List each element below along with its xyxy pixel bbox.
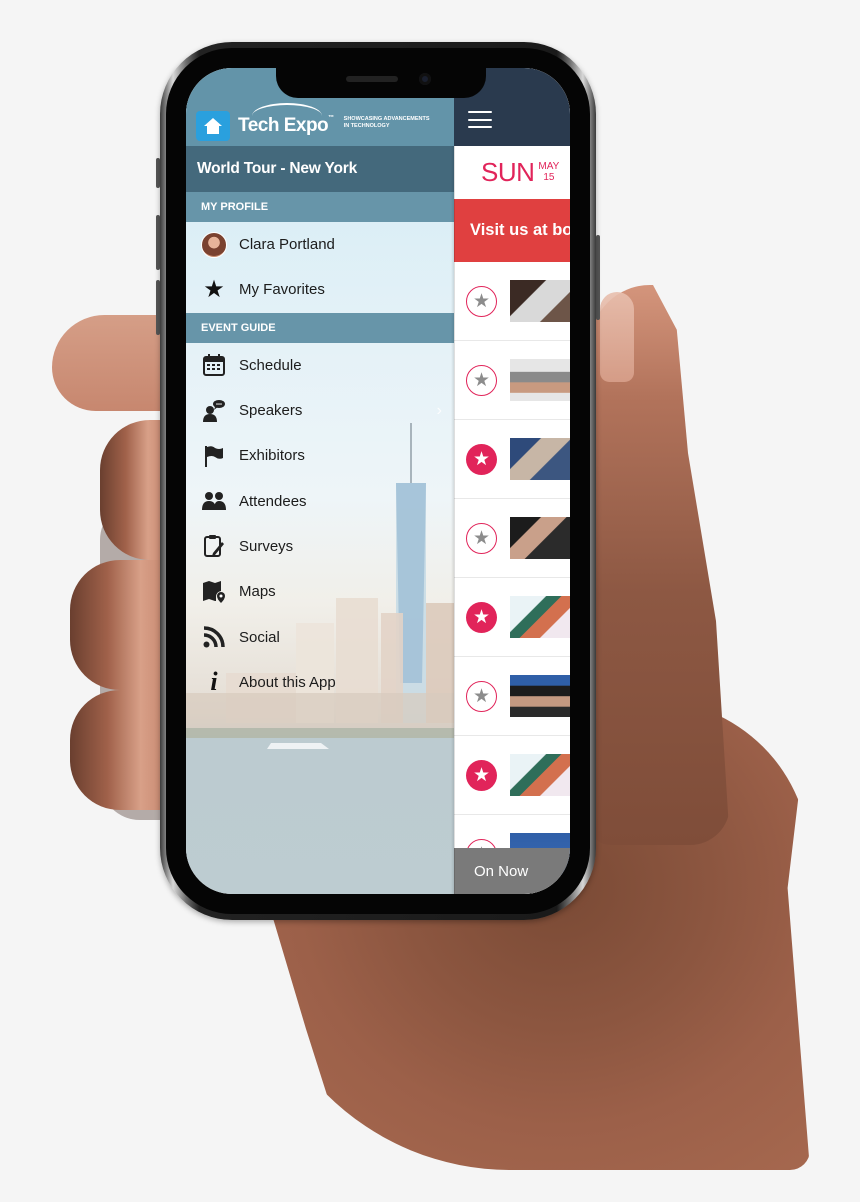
menu-label: Social	[239, 628, 280, 646]
menu-item-surveys[interactable]: Surveys	[186, 524, 454, 569]
section-header-my-profile: MY PROFILE	[186, 192, 454, 222]
info-icon: i	[210, 667, 218, 697]
menu-label: Exhibitors	[239, 447, 305, 465]
menu-icon[interactable]	[468, 111, 492, 128]
date-day-of-week: SUN	[481, 157, 535, 187]
menu-item-profile[interactable]: Clara Portland	[186, 222, 454, 267]
date-header[interactable]: SUN MAY 15	[454, 146, 570, 199]
session-row[interactable]: ★	[454, 578, 570, 657]
hand-thumb	[590, 285, 730, 845]
star-glyph: ★	[203, 276, 225, 304]
tagline-line-2: IN TECHNOLOGY	[343, 123, 390, 129]
phone-screen: Tech Expo™ SHOWCASING ADVANCEMENTS IN TE…	[186, 68, 570, 894]
event-title[interactable]: World Tour - New York	[186, 146, 454, 192]
session-list: ★★★★★★★★	[454, 262, 570, 894]
session-row[interactable]: ★	[454, 657, 570, 736]
main-content: SUN MAY 15 Visit us at bo ★★★★★★★★ On No…	[454, 68, 570, 894]
tagline-line-1: SHOWCASING ADVANCEMENTS	[343, 116, 430, 123]
menu-item-speakers[interactable]: Speakers ›	[186, 388, 454, 433]
menu-item-schedule[interactable]: Schedule	[186, 343, 454, 388]
favorite-star-icon[interactable]: ★	[466, 680, 497, 712]
session-row[interactable]: ★	[454, 262, 570, 341]
index-finger	[52, 315, 164, 411]
brand-logo: Tech Expo™	[238, 103, 334, 137]
favorite-star-icon[interactable]: ★	[466, 522, 497, 554]
session-thumbnail	[510, 517, 570, 559]
menu-label: Schedule	[239, 356, 302, 374]
favorite-star-icon[interactable]: ★	[466, 443, 497, 475]
speaker-icon	[200, 397, 228, 425]
favorite-star-icon[interactable]: ★	[466, 364, 497, 396]
rss-icon	[200, 623, 228, 651]
menu-item-social[interactable]: Social	[186, 614, 454, 659]
avatar	[201, 231, 227, 258]
ring-finger	[70, 560, 164, 690]
session-thumbnail	[510, 280, 570, 322]
middle-finger	[100, 420, 164, 560]
star-icon: ★	[200, 276, 228, 304]
favorite-star-icon[interactable]: ★	[466, 759, 497, 791]
calendar-icon	[200, 351, 228, 379]
pinky-finger	[70, 690, 164, 810]
brand-name-text: Tech Expo	[238, 115, 329, 136]
chevron-right-icon: ›	[436, 401, 442, 419]
section-header-event-guide: EVENT GUIDE	[186, 312, 454, 343]
menu-label: Attendees	[239, 492, 307, 510]
menu-label: Clara Portland	[239, 236, 335, 254]
favorite-star-icon[interactable]: ★	[466, 285, 497, 317]
power-button	[596, 235, 600, 320]
menu-label: My Favorites	[239, 281, 325, 299]
session-thumbnail	[510, 754, 570, 796]
date-month: MAY	[538, 161, 560, 172]
menu-label: About this App	[239, 673, 336, 691]
menu-item-favorites[interactable]: ★ My Favorites	[186, 267, 454, 312]
phone-bezel: Tech Expo™ SHOWCASING ADVANCEMENTS IN TE…	[166, 48, 590, 914]
date-day: 15	[543, 171, 555, 183]
trademark-symbol: ™	[328, 115, 334, 121]
session-row[interactable]: ★	[454, 736, 570, 815]
phone-notch	[276, 68, 486, 98]
phone-frame: Tech Expo™ SHOWCASING ADVANCEMENTS IN TE…	[160, 42, 596, 920]
menu-label: Maps	[239, 583, 276, 601]
menu-item-exhibitors[interactable]: Exhibitors	[186, 433, 454, 478]
menu-item-attendees[interactable]: Attendees	[186, 478, 454, 523]
session-thumbnail	[510, 596, 570, 638]
drawer-edge-shadow	[451, 146, 455, 894]
session-thumbnail	[510, 675, 570, 717]
clipboard-icon	[200, 532, 228, 560]
promo-banner[interactable]: Visit us at bo	[454, 199, 570, 262]
session-row[interactable]: ★	[454, 420, 570, 499]
favorite-star-icon[interactable]: ★	[466, 601, 497, 633]
map-icon	[200, 578, 228, 606]
session-row[interactable]: ★	[454, 341, 570, 420]
date-month-day: MAY 15	[538, 161, 560, 183]
home-button[interactable]	[196, 111, 230, 141]
session-row[interactable]: ★	[454, 499, 570, 578]
nav-drawer: Tech Expo™ SHOWCASING ADVANCEMENTS IN TE…	[186, 68, 454, 894]
menu-label: Surveys	[239, 537, 294, 555]
session-thumbnail	[510, 359, 570, 401]
menu-item-maps[interactable]: Maps	[186, 569, 454, 614]
home-icon	[204, 118, 222, 134]
menu-label: Speakers	[239, 402, 303, 420]
flag-icon	[200, 442, 228, 470]
session-thumbnail	[510, 438, 570, 480]
avatar-wrap	[200, 231, 228, 259]
people-icon	[200, 487, 228, 515]
brand-tagline: SHOWCASING ADVANCEMENTS IN TECHNOLOGY	[344, 116, 434, 129]
on-now-button[interactable]: On Now	[454, 848, 570, 894]
menu-item-about[interactable]: i About this App	[186, 660, 454, 705]
thumb-nail	[600, 292, 634, 382]
hand-knuckles-shadow	[100, 500, 164, 820]
